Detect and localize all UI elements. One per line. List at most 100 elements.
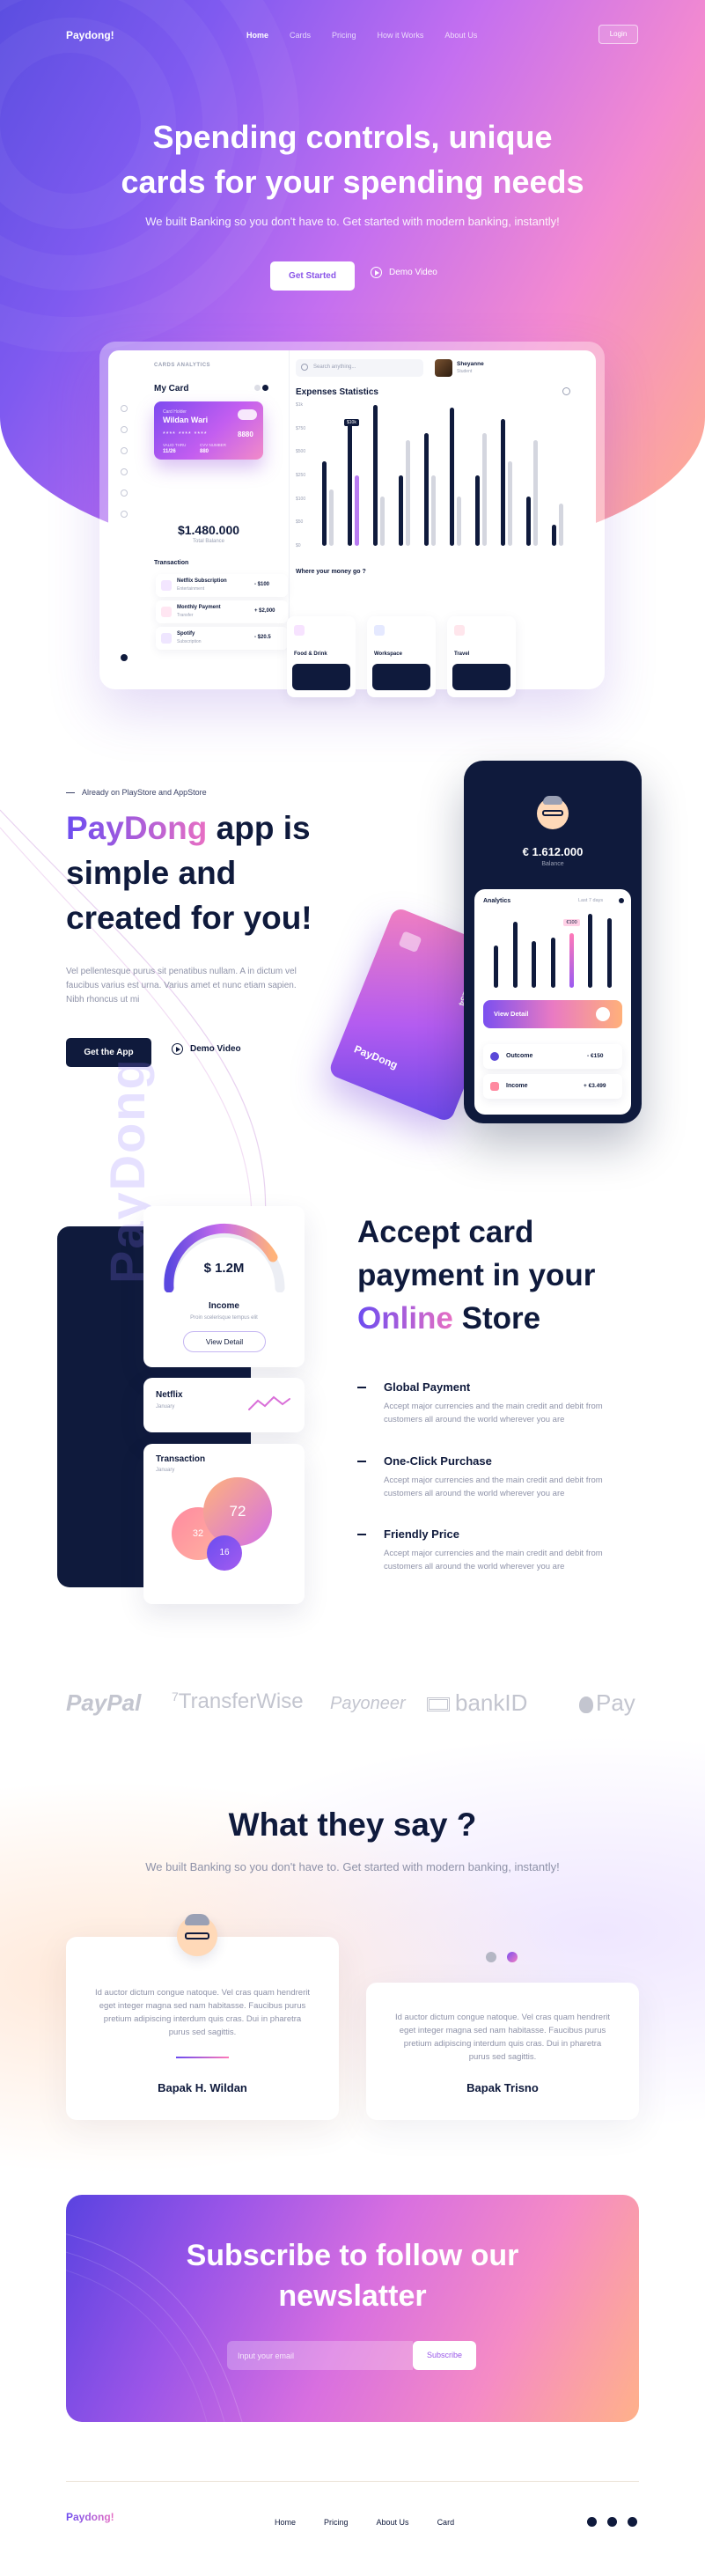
analytics-bar[interactable] bbox=[512, 922, 518, 988]
analytics-bar[interactable] bbox=[532, 941, 537, 988]
footer-link-pricing[interactable]: Pricing bbox=[324, 2518, 349, 2527]
income-icon bbox=[490, 1082, 499, 1091]
demo-video-button[interactable]: Demo Video bbox=[371, 267, 437, 278]
payoneer-logo: Payoneer bbox=[330, 1694, 406, 1713]
bubble-16: 16 bbox=[207, 1535, 242, 1571]
footer-link-home[interactable]: Home bbox=[275, 2518, 296, 2527]
paypal-logo: PayPal bbox=[66, 1689, 142, 1716]
gauge-view-detail-button[interactable]: View Detail bbox=[183, 1331, 266, 1352]
apple-pay-logo: Pay bbox=[579, 1689, 635, 1717]
outcome-row[interactable]: Outcome - €150 bbox=[483, 1044, 622, 1069]
nav-link-how-it-works[interactable]: How it Works bbox=[378, 31, 424, 40]
subscribe-title-line1: Subscribe to follow our bbox=[186, 2239, 519, 2272]
analytics-bar[interactable] bbox=[550, 937, 555, 988]
feature-text: Accept major currencies and the main cre… bbox=[384, 1549, 603, 1571]
expense-bar[interactable] bbox=[373, 405, 378, 546]
transaction-row[interactable]: Netflix Subscription Entertainment - $10… bbox=[156, 574, 288, 597]
expense-bar[interactable] bbox=[348, 419, 352, 546]
expense-bar-secondary[interactable] bbox=[329, 489, 334, 546]
expense-bar[interactable] bbox=[424, 433, 429, 546]
nav-link-home[interactable]: Home bbox=[246, 31, 268, 40]
expense-bar-secondary[interactable] bbox=[431, 475, 436, 546]
analytics-bar[interactable] bbox=[606, 917, 612, 988]
avatar bbox=[537, 796, 569, 829]
testimonial-name: Bapak H. Wildan bbox=[158, 2081, 247, 2094]
settings-icon[interactable] bbox=[121, 511, 128, 518]
my-card-title: My Card bbox=[154, 384, 189, 394]
expense-bar-secondary[interactable] bbox=[380, 497, 385, 546]
wallet-icon[interactable] bbox=[121, 468, 128, 475]
get-started-button[interactable]: Get Started bbox=[270, 261, 355, 291]
expense-bar-secondary[interactable] bbox=[482, 433, 487, 546]
testimonial-next-dot[interactable] bbox=[507, 1952, 518, 1962]
user-icon[interactable] bbox=[121, 489, 128, 497]
netflix-icon bbox=[161, 580, 172, 591]
analytics-bar[interactable] bbox=[569, 933, 574, 988]
testimonial-prev-dot[interactable] bbox=[486, 1952, 496, 1962]
card-next-icon[interactable] bbox=[262, 385, 268, 391]
avatar[interactable] bbox=[435, 359, 452, 377]
analytics-bar[interactable] bbox=[494, 945, 499, 988]
view-detail-label: View Detail bbox=[494, 1010, 529, 1018]
transaction-row[interactable]: Monthly Payment Transfer + $2,000 bbox=[156, 600, 288, 623]
income-label: Income bbox=[506, 1083, 528, 1089]
expense-bar-secondary[interactable] bbox=[457, 497, 461, 546]
logout-icon[interactable] bbox=[121, 654, 128, 661]
chip-icon bbox=[398, 931, 422, 953]
glasses-icon bbox=[542, 810, 563, 816]
period-dropdown-icon[interactable] bbox=[619, 898, 624, 903]
card-icon[interactable] bbox=[121, 426, 128, 433]
card-number-masked: **** **** **** bbox=[163, 431, 208, 438]
analytics-bar[interactable] bbox=[588, 914, 593, 988]
category-card[interactable]: Travel bbox=[447, 616, 516, 697]
card-prev-icon[interactable] bbox=[254, 385, 261, 391]
footer-link-card[interactable]: Card bbox=[437, 2518, 455, 2527]
expense-bar[interactable] bbox=[501, 419, 505, 546]
expense-bar-secondary[interactable] bbox=[559, 504, 563, 546]
card-toggle[interactable] bbox=[238, 409, 257, 420]
transaction-row[interactable]: Spotify Subscription - $20.5 bbox=[156, 627, 288, 650]
expense-bar[interactable] bbox=[322, 461, 327, 546]
expense-bar-secondary[interactable] bbox=[533, 440, 538, 546]
footer-logo[interactable]: Paydong! bbox=[66, 2511, 114, 2523]
netflix-label: Netflix bbox=[156, 1390, 183, 1400]
expense-bar[interactable] bbox=[526, 497, 531, 546]
twitter-icon[interactable] bbox=[628, 2517, 637, 2527]
hair-icon bbox=[185, 1914, 209, 1925]
footer-link-about[interactable]: About Us bbox=[377, 2518, 409, 2527]
nav-link-about[interactable]: About Us bbox=[444, 31, 477, 40]
view-detail-button[interactable]: View Detail bbox=[483, 1000, 622, 1028]
login-button[interactable]: Login bbox=[599, 25, 638, 44]
where-money-title: Where your money go ? bbox=[296, 569, 366, 575]
nav-link-cards[interactable]: Cards bbox=[290, 31, 311, 40]
expense-bar[interactable] bbox=[399, 475, 403, 546]
dashboard-search[interactable]: Search anything... bbox=[296, 359, 423, 377]
expense-bar[interactable] bbox=[475, 475, 480, 546]
nav-link-pricing[interactable]: Pricing bbox=[332, 31, 356, 40]
expense-bar-secondary[interactable] bbox=[355, 475, 359, 546]
expense-bar[interactable] bbox=[450, 408, 454, 546]
nav-logo[interactable]: Paydong! bbox=[66, 29, 114, 41]
total-balance: $1.480.000 bbox=[177, 523, 240, 537]
subscribe-button[interactable]: Subscribe bbox=[413, 2341, 476, 2370]
gauge-arc bbox=[164, 1223, 285, 1292]
expense-bar-secondary[interactable] bbox=[406, 440, 410, 546]
analytics-tooltip: €100 bbox=[563, 919, 580, 926]
bubble-72: 72 bbox=[203, 1477, 272, 1546]
income-row[interactable]: Income + €3.499 bbox=[483, 1074, 622, 1099]
demo-video-button[interactable]: Demo Video bbox=[172, 1043, 241, 1055]
store-eyebrow: Already on PlayStore and AppStore bbox=[66, 788, 207, 797]
email-input[interactable] bbox=[227, 2341, 413, 2370]
category-card[interactable]: Food & Drink bbox=[287, 616, 356, 697]
home-icon[interactable] bbox=[121, 405, 128, 412]
credit-card[interactable]: Card Holder Wildan Wari **** **** **** 8… bbox=[154, 401, 263, 460]
expense-bar[interactable] bbox=[552, 525, 556, 546]
more-icon[interactable] bbox=[562, 387, 570, 395]
category-card[interactable]: Workspace bbox=[367, 616, 436, 697]
testimonial-name: Bapak Trisno bbox=[466, 2081, 539, 2094]
instagram-icon[interactable] bbox=[587, 2517, 597, 2527]
facebook-icon[interactable] bbox=[607, 2517, 617, 2527]
y-tick-label: $750 bbox=[296, 425, 306, 431]
expense-bar-secondary[interactable] bbox=[508, 461, 512, 546]
chart-icon[interactable] bbox=[121, 447, 128, 454]
